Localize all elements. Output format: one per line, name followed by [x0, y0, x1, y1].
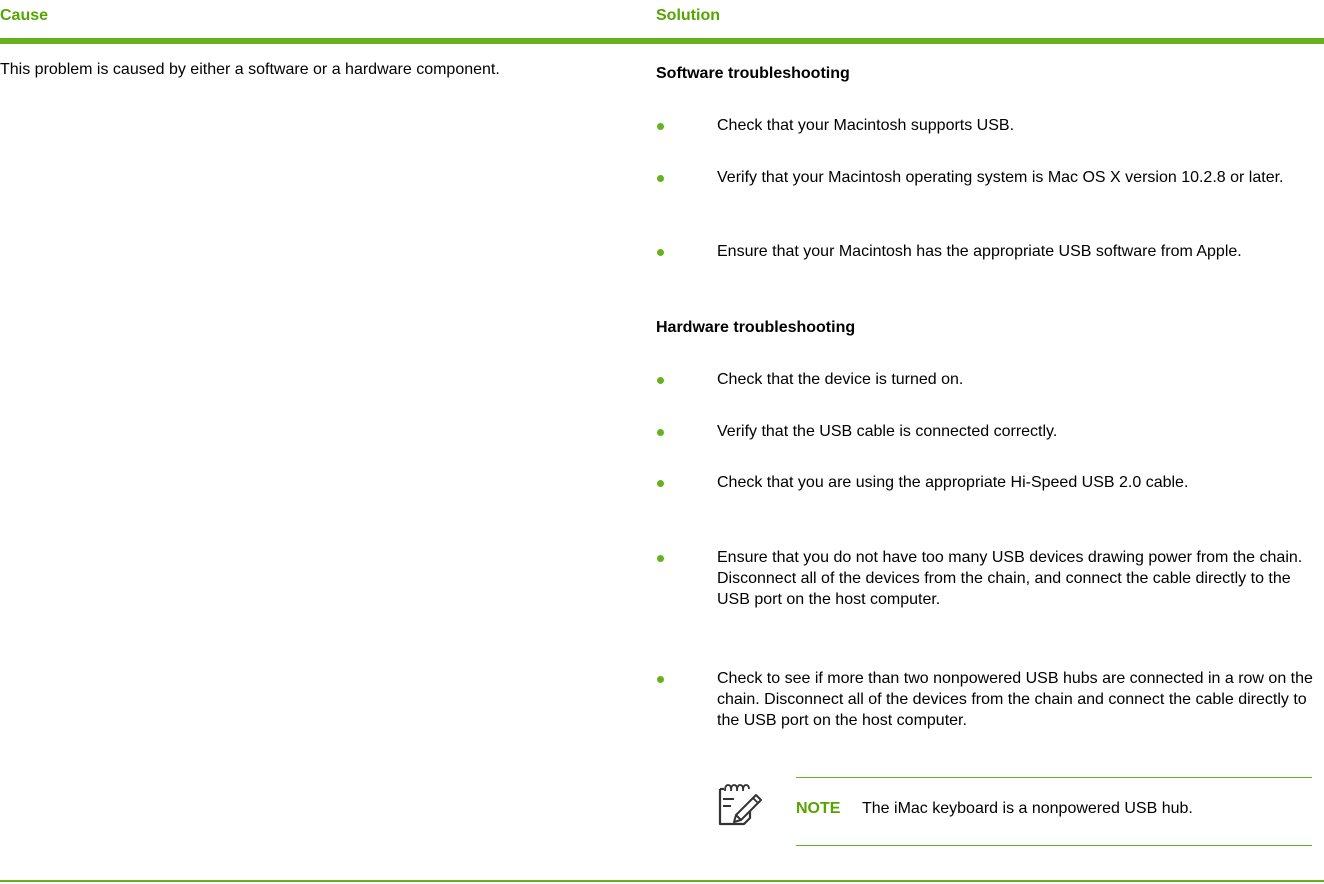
column-header-solution: Solution	[656, 7, 720, 24]
bullet-icon	[657, 175, 664, 182]
bullet-icon	[657, 377, 664, 384]
header-divider	[0, 38, 1324, 44]
column-header-cause: Cause	[0, 7, 49, 24]
bullet-icon	[657, 249, 664, 256]
bullet-icon	[657, 555, 664, 562]
list-item-text: Ensure that your Macintosh has the appro…	[717, 243, 1242, 260]
bullet-icon	[657, 429, 664, 436]
note-label: NOTE	[796, 800, 841, 817]
software-troubleshooting-heading: Software troubleshooting	[656, 65, 850, 82]
list-item-text: Ensure that you do not have too many USB…	[717, 549, 1303, 608]
table-bottom-rule	[0, 880, 1324, 882]
list-item-text: Check that you are using the appropriate…	[717, 474, 1189, 491]
hardware-troubleshooting-heading: Hardware troubleshooting	[656, 319, 856, 336]
note-bottom-rule	[796, 845, 1312, 846]
list-item-text: Verify that the USB cable is connected c…	[717, 423, 1058, 440]
list-item-text: Check that the device is turned on.	[717, 371, 964, 388]
list-item-text: Check to see if more than two nonpowered…	[717, 670, 1313, 729]
note-pencil-icon	[716, 783, 764, 827]
cause-text: This problem is caused by either a softw…	[0, 61, 500, 78]
bullet-icon	[657, 123, 664, 130]
bullet-icon	[657, 480, 664, 487]
note-text: The iMac keyboard is a nonpowered USB hu…	[862, 800, 1193, 817]
list-item-text: Check that your Macintosh supports USB.	[717, 117, 1015, 134]
bullet-icon	[657, 676, 664, 683]
list-item-text: Verify that your Macintosh operating sys…	[717, 169, 1284, 186]
note-top-rule	[796, 777, 1312, 778]
